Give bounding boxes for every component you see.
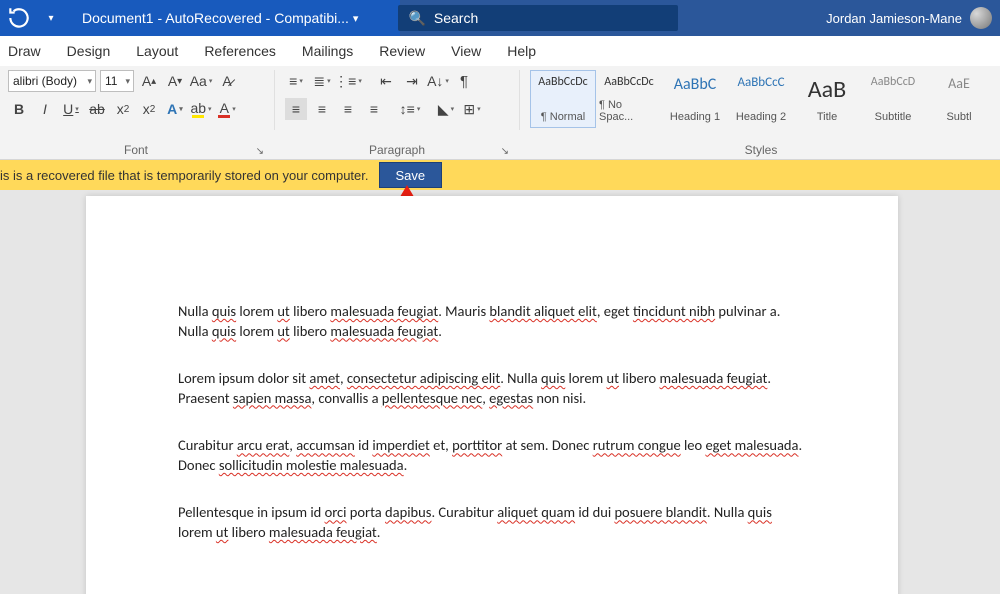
justify-icon[interactable]: ≡ <box>363 98 385 120</box>
style-name-label: ¶ No Spac... <box>599 99 659 123</box>
style-item[interactable]: AaBbCcD Subtitle <box>860 70 926 128</box>
tab-draw[interactable]: Draw <box>8 43 41 59</box>
highlight-icon[interactable]: ab <box>190 98 212 120</box>
multilevel-list-icon[interactable]: ⋮≡ <box>337 70 359 92</box>
tab-help[interactable]: Help <box>507 43 536 59</box>
italic-icon[interactable]: I <box>34 98 56 120</box>
paragraph-2[interactable]: Lorem ipsum dolor sit amet, consectetur … <box>178 369 808 408</box>
style-name-label: Subtitle <box>875 111 912 123</box>
font-family-combo[interactable]: alibri (Body) <box>8 70 96 92</box>
align-left-icon[interactable]: ≡ <box>285 98 307 120</box>
paragraph-4[interactable]: Pellentesque in ipsum id orci porta dapi… <box>178 503 808 542</box>
user-name: Jordan Jamieson-Mane <box>826 11 962 26</box>
style-name-label: Title <box>817 111 837 123</box>
autosave-redo-icon[interactable] <box>6 5 32 31</box>
font-group-label: Font <box>124 143 148 157</box>
style-name-label: Heading 1 <box>670 111 720 123</box>
style-name-label: ¶ Normal <box>541 111 585 123</box>
style-preview: AaBbCcDc <box>604 75 653 89</box>
document-title: Document1 - AutoRecovered - Compatibi... <box>82 10 349 26</box>
style-preview: AaBbC <box>674 75 717 94</box>
paragraph-3[interactable]: Curabitur arcu erat, accumsan id imperdi… <box>178 436 808 475</box>
styles-group-label: Styles <box>745 143 778 157</box>
sort-icon[interactable]: A↓ <box>427 70 449 92</box>
line-spacing-icon[interactable]: ↕≡ <box>399 98 421 120</box>
tab-design[interactable]: Design <box>67 43 111 59</box>
subscript-icon[interactable]: x2 <box>112 98 134 120</box>
tab-references[interactable]: References <box>204 43 276 59</box>
borders-icon[interactable]: ⊞ <box>461 98 483 120</box>
tab-mailings[interactable]: Mailings <box>302 43 353 59</box>
style-name-label: Subtl <box>946 111 971 123</box>
show-hide-icon[interactable]: ¶ <box>453 70 475 92</box>
paragraph-group-label: Paragraph <box>369 143 425 157</box>
font-dialog-launcher-icon[interactable]: ↘ <box>256 146 264 157</box>
style-preview: AaBbCcC <box>737 75 784 90</box>
align-right-icon[interactable]: ≡ <box>337 98 359 120</box>
change-case-icon[interactable]: Aa <box>190 70 212 92</box>
align-center-icon[interactable]: ≡ <box>311 98 333 120</box>
style-preview: AaBbCcDc <box>538 75 587 89</box>
recovery-message-bar: is is a recovered file that is temporari… <box>0 160 1000 190</box>
shrink-font-icon[interactable]: A▾ <box>164 70 186 92</box>
styles-gallery[interactable]: AaBbCcDc¶ NormalAaBbCcDc¶ No Spac...AaBb… <box>530 70 992 128</box>
save-button[interactable]: Save <box>379 162 443 188</box>
style-name-label: Heading 2 <box>736 111 786 123</box>
style-item[interactable]: AaBbCcC Heading 2 <box>728 70 794 128</box>
numbering-icon[interactable]: ≣ <box>311 70 333 92</box>
search-icon: 🔍 <box>408 10 425 27</box>
text-effects-icon[interactable]: A <box>164 98 186 120</box>
ribbon-tabs: Draw Design Layout References Mailings R… <box>0 36 1000 66</box>
superscript-icon[interactable]: x2 <box>138 98 160 120</box>
user-avatar[interactable] <box>970 7 992 29</box>
increase-indent-icon[interactable]: ⇥ <box>401 70 423 92</box>
style-preview: AaBbCcD <box>871 75 915 89</box>
underline-icon[interactable]: U <box>60 98 82 120</box>
title-dropdown-icon[interactable]: ▾ <box>353 12 359 25</box>
style-item[interactable]: AaBbCcDc ¶ No Spac... <box>596 70 662 128</box>
bold-icon[interactable]: B <box>8 98 30 120</box>
document-page[interactable]: Nulla quis lorem ut libero malesuada feu… <box>86 196 898 594</box>
style-item[interactable]: AaE Subtl <box>926 70 992 128</box>
tab-review[interactable]: Review <box>379 43 425 59</box>
font-size-combo[interactable]: 11 <box>100 70 134 92</box>
search-placeholder: Search <box>434 10 478 26</box>
decrease-indent-icon[interactable]: ⇤ <box>375 70 397 92</box>
bullets-icon[interactable]: ≡ <box>285 70 307 92</box>
search-box[interactable]: 🔍 Search <box>398 5 678 31</box>
qat-dropdown-icon[interactable]: ▾ <box>38 5 64 31</box>
paragraph-1[interactable]: Nulla quis lorem ut libero malesuada feu… <box>178 302 808 341</box>
paragraph-dialog-launcher-icon[interactable]: ↘ <box>501 146 509 157</box>
style-item[interactable]: AaBbC Heading 1 <box>662 70 728 128</box>
style-preview: AaB <box>808 75 846 104</box>
tab-layout[interactable]: Layout <box>136 43 178 59</box>
style-item[interactable]: AaBbCcDc ¶ Normal <box>530 70 596 128</box>
style-item[interactable]: AaB Title <box>794 70 860 128</box>
shading-icon[interactable]: ◣ <box>435 98 457 120</box>
style-preview: AaE <box>948 75 970 92</box>
tab-view[interactable]: View <box>451 43 481 59</box>
strikethrough-icon[interactable]: ab <box>86 98 108 120</box>
clear-formatting-icon[interactable]: A̷ <box>216 70 238 92</box>
font-color-icon[interactable]: A <box>216 98 238 120</box>
recovery-message-text: is is a recovered file that is temporari… <box>0 168 369 183</box>
grow-font-icon[interactable]: A▴ <box>138 70 160 92</box>
